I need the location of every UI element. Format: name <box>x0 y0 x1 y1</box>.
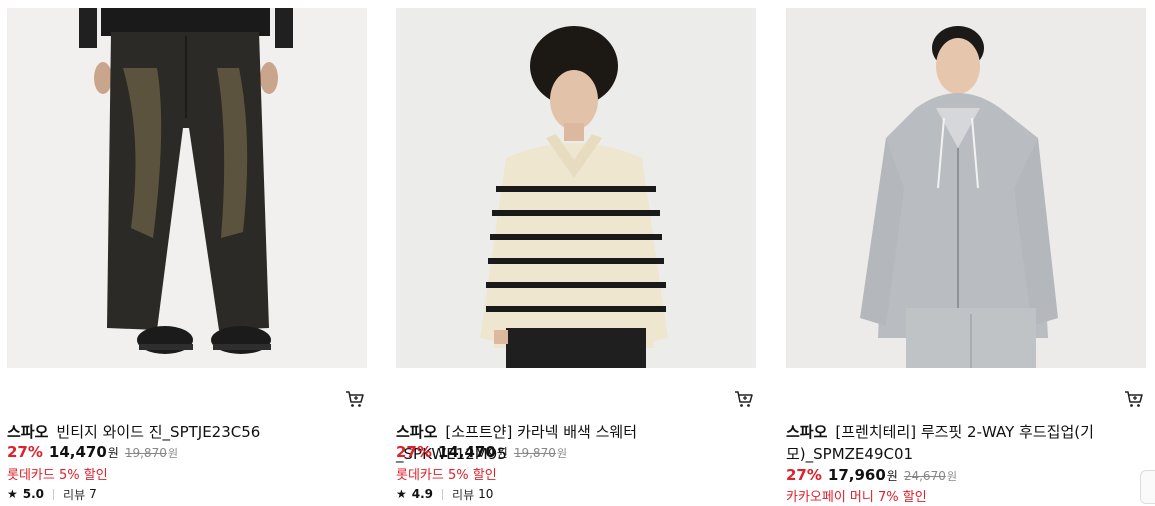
hoodie-photo <box>786 8 1146 368</box>
floating-scroll-button[interactable] <box>1140 470 1155 504</box>
review-count: 7 <box>89 487 97 501</box>
rating-row: ★ 5.0 리뷰 7 <box>7 485 97 503</box>
discount-rate: 27% <box>7 443 43 461</box>
price-row: 27% 14,470 원 19,870 원 <box>396 443 567 463</box>
cart-icon <box>1125 391 1143 407</box>
sale-price: 14,470 <box>48 443 107 461</box>
rating-score: 5.0 <box>22 487 45 501</box>
add-to-cart-button[interactable] <box>345 389 365 409</box>
brand-name: 스파오 <box>7 423 49 441</box>
add-to-cart-button[interactable] <box>734 389 754 409</box>
price-row: 27% 17,960 원 24,670 원 <box>786 466 957 486</box>
product-image[interactable] <box>786 8 1146 368</box>
discount-rate: 27% <box>786 466 822 484</box>
product-name: [프렌치테리] 루즈핏 2-WAY 후드집업(기모)_SPMZE49C01 <box>786 423 1094 463</box>
product-title[interactable]: 스파오 [프렌치테리] 루즈핏 2-WAY 후드집업(기모)_SPMZE49C01 <box>786 421 1106 465</box>
cart-icon <box>346 391 364 407</box>
card-promo: 카카오페이 머니 7% 할인 <box>786 490 927 505</box>
rating-score: 4.9 <box>411 487 434 501</box>
cart-icon <box>735 391 753 407</box>
original-currency-unit: 원 <box>556 447 567 460</box>
brand-name: 스파오 <box>786 423 828 441</box>
divider <box>442 488 444 500</box>
product-image[interactable] <box>396 8 756 368</box>
currency-unit: 원 <box>107 446 119 460</box>
product-name: 빈티지 와이드 진_SPTJE23C56 <box>56 423 261 441</box>
product-grid: 스파오 빈티지 와이드 진_SPTJE23C56 27% 14,470 원 19,… <box>0 0 1155 506</box>
currency-unit: 원 <box>496 446 508 460</box>
card-promo: 롯데카드 5% 할인 <box>396 468 497 483</box>
add-to-cart-button[interactable] <box>1124 389 1144 409</box>
sale-price: 14,470 <box>437 443 496 461</box>
currency-unit: 원 <box>886 469 898 483</box>
jeans-photo <box>7 8 367 368</box>
rating-row: ★ 4.9 리뷰 10 <box>396 485 493 503</box>
review-count: 10 <box>478 487 494 501</box>
star-icon: ★ <box>7 487 18 501</box>
sale-price: 17,960 <box>827 466 886 484</box>
brand-name: 스파오 <box>396 423 438 441</box>
card-promo: 롯데카드 5% 할인 <box>7 468 108 483</box>
product-card: 스파오 [프렌치테리] 루즈핏 2-WAY 후드집업(기모)_SPMZE49C01… <box>786 0 1146 506</box>
sweater-photo <box>396 8 756 368</box>
divider <box>53 488 55 500</box>
original-price: 24,670 <box>903 469 946 483</box>
review-label: 리뷰 <box>452 487 475 502</box>
original-price: 19,870 <box>124 446 167 460</box>
price-row: 27% 14,470 원 19,870 원 <box>7 443 178 463</box>
star-icon: ★ <box>396 487 407 501</box>
product-image[interactable] <box>7 8 367 368</box>
product-title[interactable]: 스파오 빈티지 와이드 진_SPTJE23C56 <box>7 421 357 443</box>
product-card: 스파오 빈티지 와이드 진_SPTJE23C56 27% 14,470 원 19,… <box>7 0 367 506</box>
product-card: 스파오 [소프트얀] 카라넥 배색 스웨터_SPKWE12M95 27% 14,4… <box>396 0 756 506</box>
review-label: 리뷰 <box>63 487 86 502</box>
original-currency-unit: 원 <box>167 447 178 460</box>
discount-rate: 27% <box>396 443 432 461</box>
original-price: 19,870 <box>513 446 556 460</box>
original-currency-unit: 원 <box>946 470 957 483</box>
